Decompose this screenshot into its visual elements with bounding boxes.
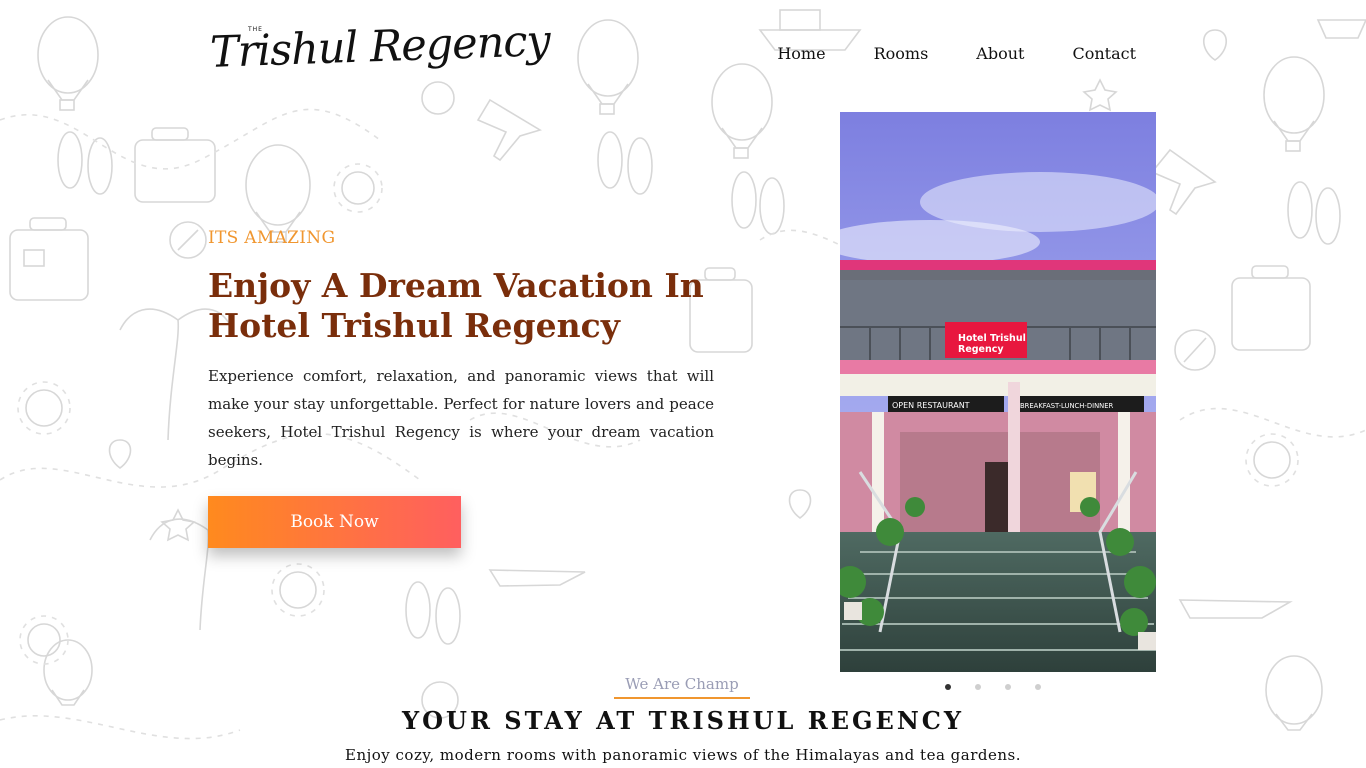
section-kicker-text: We Are Champ [625,675,739,693]
carousel-dot-1[interactable] [945,684,951,690]
kicker-underline [614,697,750,699]
book-now-button[interactable]: Book Now [208,496,461,548]
hero-headline: Enjoy A Dream Vacation In Hotel Trishul … [208,266,714,346]
carousel-dot-4[interactable] [1035,684,1041,690]
nav-about[interactable]: About [976,44,1024,63]
brand-logo[interactable]: THE Trishul Regency [209,16,550,92]
carousel-dot-2[interactable] [975,684,981,690]
hotel-sign-line2: Regency [958,344,1004,355]
banner-meals: BREAKFAST-LUNCH-DINNER [1020,402,1114,410]
hotel-facade-illustration: Hotel Trishul Regency OPEN RESTAURANT BR… [840,112,1156,672]
banner-open-restaurant: OPEN RESTAURANT [892,401,970,410]
hero-text-block: ITS AMAZING Enjoy A Dream Vacation In Ho… [208,228,714,474]
section-subtitle: Enjoy cozy, modern rooms with panoramic … [345,746,1021,764]
nav-contact[interactable]: Contact [1072,44,1136,63]
carousel-dots [945,684,1041,690]
hero-headline-line2: Hotel Trishul Regency [208,306,620,345]
section-title: YOUR STAY AT TRISHUL REGENCY [402,706,964,735]
hotel-sign-line1: Hotel Trishul [958,333,1026,344]
main-nav: Home Rooms About Contact [777,44,1136,63]
hotel-photo: Hotel Trishul Regency OPEN RESTAURANT BR… [840,112,1156,672]
hero-headline-line1: Enjoy A Dream Vacation In [208,266,704,305]
page: THE Trishul Regency Home Rooms About Con… [0,0,1366,768]
hero-eyebrow: ITS AMAZING [208,228,336,248]
nav-rooms[interactable]: Rooms [874,44,929,63]
carousel-dot-3[interactable] [1005,684,1011,690]
section-kicker: We Are Champ [614,674,750,693]
nav-home[interactable]: Home [777,44,825,63]
hero-description: Experience comfort, relaxation, and pano… [208,367,714,469]
